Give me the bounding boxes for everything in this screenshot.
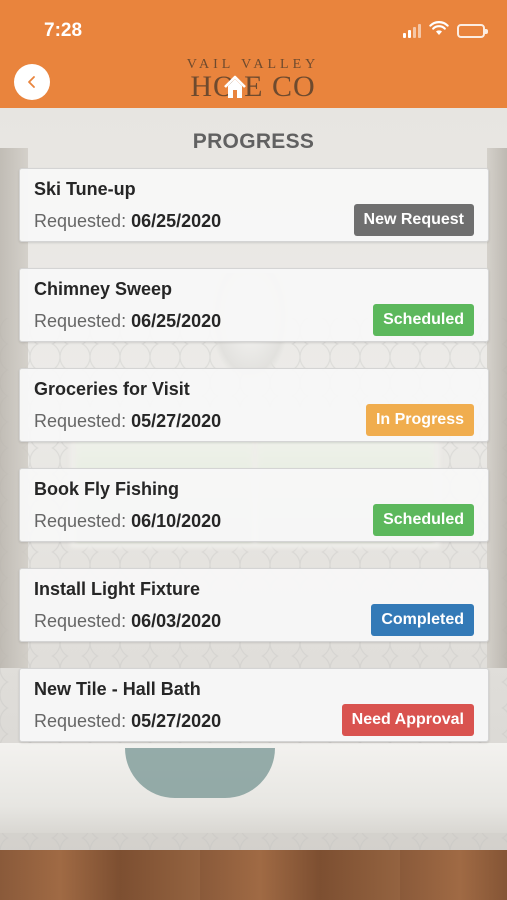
request-title: Install Light Fixture — [34, 579, 201, 599]
request-title: Book Fly Fishing — [34, 479, 180, 499]
request-title: New Tile - Hall Bath — [34, 679, 201, 699]
requested-label: Requested: — [34, 511, 127, 531]
status-badge: Scheduled — [373, 304, 474, 336]
status-badge: Scheduled — [373, 504, 474, 536]
request-date: 06/10/2020 — [131, 511, 222, 531]
request-title: Groceries for Visit — [34, 379, 190, 399]
requested-label: Requested: — [34, 411, 127, 431]
battery-icon — [457, 24, 488, 38]
requested-label: Requested: — [34, 611, 127, 631]
back-button[interactable] — [14, 64, 50, 100]
request-card[interactable]: Ski Tune-up Requested: 06/25/2020 New Requ… — [19, 168, 489, 242]
request-card[interactable]: New Tile - Hall Bath Requested: 05/27/202… — [19, 668, 489, 742]
request-date-row: Requested: 06/25/2020 — [34, 311, 221, 332]
request-date-row: Requested: 05/27/2020 — [34, 411, 221, 432]
app-header: 7:28 VAIL VALLEY HO E CO — [0, 0, 507, 108]
wood-cabinets — [0, 850, 507, 900]
request-date: 05/27/2020 — [131, 411, 222, 431]
request-date-row: Requested: 05/27/2020 — [34, 711, 221, 732]
request-date: 06/25/2020 — [131, 311, 222, 331]
status-time: 7:28 — [44, 20, 83, 41]
request-card[interactable]: Groceries for Visit Requested: 05/27/2020… — [19, 368, 489, 442]
requested-label: Requested: — [34, 311, 127, 331]
brand-logo: VAIL VALLEY HO E CO — [168, 58, 338, 106]
logo-line2: HO E CO — [190, 70, 316, 103]
signal-icon — [403, 24, 421, 38]
status-badge: New Request — [353, 204, 474, 236]
request-date: 05/27/2020 — [131, 711, 222, 731]
request-date-row: Requested: 06/10/2020 — [34, 511, 221, 532]
request-card[interactable]: Book Fly Fishing Requested: 06/10/2020 Sch… — [19, 468, 489, 542]
requested-label: Requested: — [34, 211, 127, 231]
status-badge: Completed — [371, 604, 474, 636]
status-icons — [403, 21, 488, 41]
request-title: Chimney Sweep — [34, 279, 173, 299]
wifi-icon — [429, 21, 449, 41]
request-card[interactable]: Chimney Sweep Requested: 06/25/2020 Schedu… — [19, 268, 489, 342]
request-date: 06/03/2020 — [131, 611, 222, 631]
request-date: 06/25/2020 — [131, 211, 222, 231]
page-title: PROGRESS — [192, 130, 315, 153]
status-badge: In Progress — [365, 404, 474, 436]
cabinet-right — [487, 148, 507, 668]
request-card[interactable]: Install Light Fixture Requested: 06/03/20… — [19, 568, 489, 642]
house-icon — [224, 74, 246, 100]
requested-label: Requested: — [34, 711, 127, 731]
chevron-left-icon — [25, 75, 39, 89]
status-bar: 7:28 — [0, 0, 507, 56]
status-badge: Need Approval — [341, 704, 474, 736]
request-date-row: Requested: 06/25/2020 — [34, 211, 221, 232]
request-title: Ski Tune-up — [34, 179, 136, 199]
request-date-row: Requested: 06/03/2020 — [34, 611, 221, 632]
